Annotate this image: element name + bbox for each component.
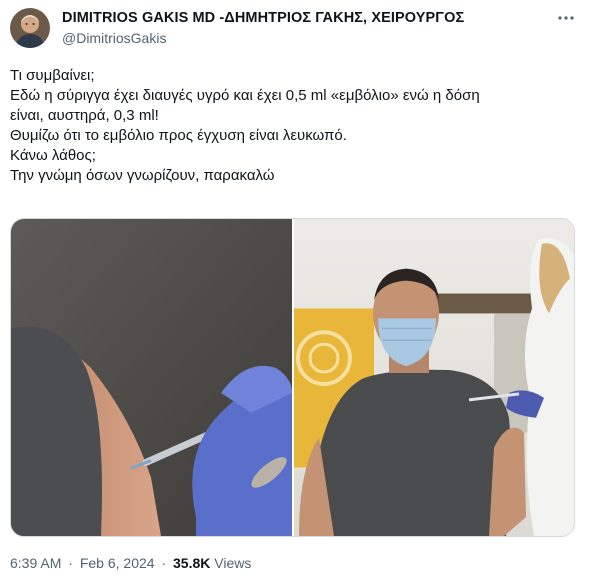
tweet-text-line: Κάνω λάθος; [10,147,96,164]
media-photo-syringe[interactable] [11,219,292,536]
tweet-text-line: Τι συμβαίνει; [10,67,95,84]
author-handle[interactable]: @DimitriosGakis [62,30,166,46]
tweet-text-line: Εδώ η σύριγγα έχει διαυγές υγρό και έχει… [10,87,480,104]
tweet-text: Τι συμβαίνει; Εδώ η σύριγγα έχει διαυγές… [10,66,580,186]
media-photo-vaccination[interactable] [294,219,574,536]
meta-separator: · [161,555,167,571]
meta-separator: · [68,555,73,571]
media-grid [10,218,575,537]
more-options-icon[interactable] [556,8,576,28]
avatar-image [10,8,50,48]
views-label: Views [214,555,252,571]
views-count: 35.8K [173,555,211,571]
tweet-text-line: Θυμίζω ότι το εμβόλιο προς έγχυση είναι … [10,127,347,144]
tweet-time[interactable]: 6:39 AM [10,555,61,571]
tweet-meta: 6:39 AM · Feb 6, 2024 · 35.8K Views [10,555,251,571]
tweet: DIMITRIOS GAKIS MD -ΔΗΜΗΤΡΙΟΣ ΓΑΚΗΣ, ΧΕΙ… [0,0,591,583]
avatar[interactable] [10,8,50,48]
tweet-text-line: είναι, αυστηρά, 0,3 ml! [10,107,159,124]
tweet-date[interactable]: Feb 6, 2024 [80,555,155,571]
author-display-name[interactable]: DIMITRIOS GAKIS MD -ΔΗΜΗΤΡΙΟΣ ΓΑΚΗΣ, ΧΕΙ… [62,10,464,26]
tweet-text-line: Την γνώμη όσων γνωρίζουν, παρακαλώ [10,167,275,184]
